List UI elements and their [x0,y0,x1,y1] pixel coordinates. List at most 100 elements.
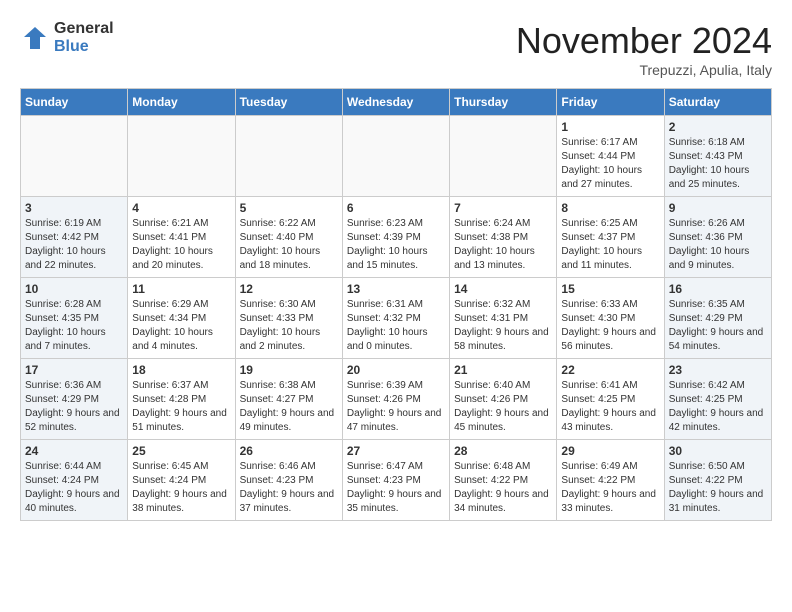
weekday-header-row: SundayMondayTuesdayWednesdayThursdayFrid… [21,89,772,116]
calendar-cell [21,116,128,197]
day-number: 12 [240,282,338,296]
calendar-cell [235,116,342,197]
day-info: Sunrise: 6:36 AM Sunset: 4:29 PM Dayligh… [25,379,123,435]
calendar-cell: 29 Sunrise: 6:49 AM Sunset: 4:22 PM Dayli… [557,440,664,521]
day-info: Sunrise: 6:32 AM Sunset: 4:31 PM Dayligh… [454,298,552,354]
day-number: 15 [561,282,659,296]
day-number: 30 [669,444,767,458]
day-number: 3 [25,201,123,215]
calendar-cell: 18Sunrise: 6:37 AM Sunset: 4:28 PM Dayli… [128,359,235,440]
day-info: Sunrise: 6:38 AM Sunset: 4:27 PM Dayligh… [240,379,338,435]
calendar-cell: 2 Sunrise: 6:18 AM Sunset: 4:43 PM Daylig… [664,116,771,197]
day-number: 19 [240,363,338,377]
logo-general: General [54,20,114,38]
weekday-header-monday: Monday [128,89,235,116]
day-number: 22 [561,363,659,377]
calendar-cell: 3 Sunrise: 6:19 AM Sunset: 4:42 PM Daylig… [21,197,128,278]
day-info: Sunrise: 6:40 AM Sunset: 4:26 PM Dayligh… [454,379,552,435]
day-number: 13 [347,282,445,296]
calendar-cell: 26 Sunrise: 6:46 AM Sunset: 4:23 PM Dayli… [235,440,342,521]
calendar-cell: 6 Sunrise: 6:23 AM Sunset: 4:39 PM Daylig… [342,197,449,278]
calendar-cell: 5Sunrise: 6:22 AM Sunset: 4:40 PM Daylig… [235,197,342,278]
day-number: 2 [669,120,767,134]
day-info: Sunrise: 6:44 AM Sunset: 4:24 PM Dayligh… [25,460,123,516]
weekday-header-tuesday: Tuesday [235,89,342,116]
day-info: Sunrise: 6:30 AM Sunset: 4:33 PM Dayligh… [240,298,338,354]
calendar-cell: 10 Sunrise: 6:28 AM Sunset: 4:35 PM Dayli… [21,278,128,359]
day-number: 10 [25,282,123,296]
day-number: 20 [347,363,445,377]
weekday-header-friday: Friday [557,89,664,116]
day-info: Sunrise: 6:50 AM Sunset: 4:22 PM Dayligh… [669,460,767,516]
weekday-header-thursday: Thursday [450,89,557,116]
day-number: 28 [454,444,552,458]
calendar-cell: 15 Sunrise: 6:33 AM Sunset: 4:30 PM Dayli… [557,278,664,359]
day-info: Sunrise: 6:33 AM Sunset: 4:30 PM Dayligh… [561,298,659,354]
day-number: 1 [561,120,659,134]
day-number: 14 [454,282,552,296]
day-number: 24 [25,444,123,458]
day-info: Sunrise: 6:25 AM Sunset: 4:37 PM Dayligh… [561,217,659,273]
day-info: Sunrise: 6:22 AM Sunset: 4:40 PM Dayligh… [240,217,338,273]
day-number: 18 [132,363,230,377]
day-number: 26 [240,444,338,458]
logo-blue: Blue [54,38,114,56]
calendar-cell: 23Sunrise: 6:42 AM Sunset: 4:25 PM Dayli… [664,359,771,440]
weekday-header-wednesday: Wednesday [342,89,449,116]
day-number: 16 [669,282,767,296]
calendar-cell: 1 Sunrise: 6:17 AM Sunset: 4:44 PM Daylig… [557,116,664,197]
calendar-cell: 25 Sunrise: 6:45 AM Sunset: 4:24 PM Dayli… [128,440,235,521]
calendar-cell: 9Sunrise: 6:26 AM Sunset: 4:36 PM Daylig… [664,197,771,278]
day-info: Sunrise: 6:42 AM Sunset: 4:25 PM Dayligh… [669,379,767,435]
day-info: Sunrise: 6:49 AM Sunset: 4:22 PM Dayligh… [561,460,659,516]
calendar-cell: 7 Sunrise: 6:24 AM Sunset: 4:38 PM Daylig… [450,197,557,278]
week-row-5: 24 Sunrise: 6:44 AM Sunset: 4:24 PM Dayli… [21,440,772,521]
day-info: Sunrise: 6:46 AM Sunset: 4:23 PM Dayligh… [240,460,338,516]
calendar-cell [128,116,235,197]
day-number: 6 [347,201,445,215]
day-info: Sunrise: 6:28 AM Sunset: 4:35 PM Dayligh… [25,298,123,354]
day-number: 27 [347,444,445,458]
logo-text: General Blue [54,20,114,55]
day-info: Sunrise: 6:35 AM Sunset: 4:29 PM Dayligh… [669,298,767,354]
day-number: 11 [132,282,230,296]
calendar-cell: 8 Sunrise: 6:25 AM Sunset: 4:37 PM Daylig… [557,197,664,278]
day-info: Sunrise: 6:39 AM Sunset: 4:26 PM Dayligh… [347,379,445,435]
day-info: Sunrise: 6:45 AM Sunset: 4:24 PM Dayligh… [132,460,230,516]
calendar-cell: 12 Sunrise: 6:30 AM Sunset: 4:33 PM Dayli… [235,278,342,359]
day-info: Sunrise: 6:17 AM Sunset: 4:44 PM Dayligh… [561,136,659,192]
calendar-cell: 14 Sunrise: 6:32 AM Sunset: 4:31 PM Dayli… [450,278,557,359]
title-block: November 2024 Trepuzzi, Apulia, Italy [516,20,772,78]
day-info: Sunrise: 6:26 AM Sunset: 4:36 PM Dayligh… [669,217,767,273]
location-subtitle: Trepuzzi, Apulia, Italy [516,62,772,78]
calendar-cell [342,116,449,197]
calendar-cell: 22Sunrise: 6:41 AM Sunset: 4:25 PM Dayli… [557,359,664,440]
day-number: 21 [454,363,552,377]
day-info: Sunrise: 6:23 AM Sunset: 4:39 PM Dayligh… [347,217,445,273]
day-number: 7 [454,201,552,215]
calendar-cell: 4Sunrise: 6:21 AM Sunset: 4:41 PM Daylig… [128,197,235,278]
day-info: Sunrise: 6:31 AM Sunset: 4:32 PM Dayligh… [347,298,445,354]
calendar-cell [450,116,557,197]
day-number: 8 [561,201,659,215]
day-info: Sunrise: 6:18 AM Sunset: 4:43 PM Dayligh… [669,136,767,192]
weekday-header-saturday: Saturday [664,89,771,116]
day-info: Sunrise: 6:24 AM Sunset: 4:38 PM Dayligh… [454,217,552,273]
day-number: 25 [132,444,230,458]
calendar-cell: 20 Sunrise: 6:39 AM Sunset: 4:26 PM Dayli… [342,359,449,440]
calendar-cell: 16 Sunrise: 6:35 AM Sunset: 4:29 PM Dayli… [664,278,771,359]
day-info: Sunrise: 6:29 AM Sunset: 4:34 PM Dayligh… [132,298,230,354]
calendar-cell: 28 Sunrise: 6:48 AM Sunset: 4:22 PM Dayli… [450,440,557,521]
calendar-cell: 13 Sunrise: 6:31 AM Sunset: 4:32 PM Dayli… [342,278,449,359]
day-info: Sunrise: 6:19 AM Sunset: 4:42 PM Dayligh… [25,217,123,273]
month-title: November 2024 [516,20,772,62]
calendar-cell: 30 Sunrise: 6:50 AM Sunset: 4:22 PM Dayli… [664,440,771,521]
calendar-table: SundayMondayTuesdayWednesdayThursdayFrid… [20,88,772,521]
day-number: 29 [561,444,659,458]
week-row-1: 1 Sunrise: 6:17 AM Sunset: 4:44 PM Daylig… [21,116,772,197]
calendar-cell: 21 Sunrise: 6:40 AM Sunset: 4:26 PM Dayli… [450,359,557,440]
page-header: General Blue November 2024 Trepuzzi, Apu… [20,20,772,78]
day-info: Sunrise: 6:48 AM Sunset: 4:22 PM Dayligh… [454,460,552,516]
logo: General Blue [20,20,114,55]
day-number: 17 [25,363,123,377]
